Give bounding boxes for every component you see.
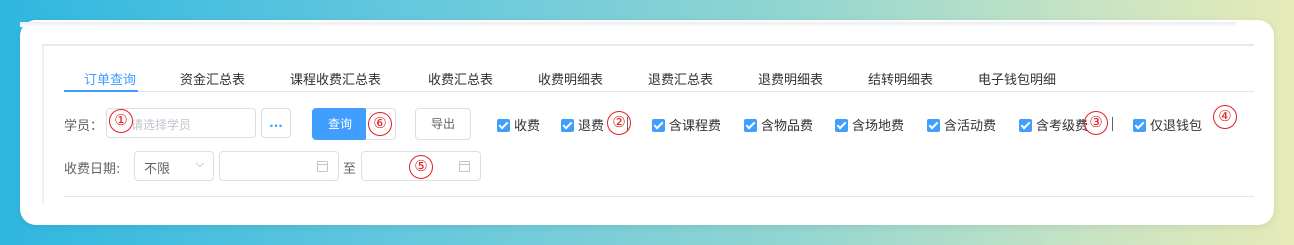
bottom-divider (64, 196, 1254, 197)
chevron-down-icon: ⌵ (195, 157, 204, 170)
tab-fund-summary[interactable]: 资金汇总表 (180, 69, 245, 88)
annotation-marker-1: ① (109, 109, 133, 133)
panel-top-shadow (20, 22, 1236, 27)
tab-course-fee-summary[interactable]: 课程收费汇总表 (290, 69, 381, 88)
checkbox-checked-icon (497, 119, 510, 132)
checkbox-label: 收费 (514, 119, 541, 134)
tabs-border (64, 91, 1254, 92)
annotation-marker-5: ⑤ (409, 155, 433, 179)
date-range-select[interactable]: 不限 ⌵ (134, 151, 214, 181)
active-tab-indicator (64, 90, 138, 92)
student-label: 学员： (64, 119, 104, 134)
tab-refund-summary[interactable]: 退费汇总表 (648, 69, 713, 88)
to-label: 至 (343, 162, 357, 177)
checkbox-checked-icon (652, 119, 665, 132)
panel-left-border (42, 44, 44, 204)
annotation-marker-3: ③ (1084, 111, 1108, 135)
tab-wallet-detail[interactable]: 电子钱包明细 (978, 69, 1056, 88)
checkbox-checked-icon (1133, 119, 1146, 132)
checkbox-activity-fee[interactable]: 含活动费 (927, 115, 996, 134)
checkbox-label: 含考级费 (1036, 119, 1089, 134)
panel-top-border (42, 44, 1254, 46)
tab-order-query[interactable]: 订单查询 (84, 69, 136, 88)
charge-date-label: 收费日期: (64, 162, 121, 177)
annotation-marker-4: ④ (1213, 105, 1237, 129)
text-cursor-mark (1112, 117, 1113, 131)
checkbox-label: 仅退钱包 (1150, 119, 1203, 134)
student-placeholder: 请选择学员 (131, 118, 192, 132)
checkbox-checked-icon (835, 119, 848, 132)
checkbox-refund[interactable]: 退费 (561, 115, 604, 134)
checkbox-item-fee[interactable]: 含物品费 (744, 115, 813, 134)
start-date-input[interactable] (219, 151, 339, 181)
checkbox-checked-icon (927, 119, 940, 132)
annotation-marker-6: ⑥ (368, 112, 392, 136)
query-button[interactable]: 查询 (312, 108, 368, 140)
calendar-icon (459, 161, 470, 172)
annotation-marker-2: ② (607, 111, 631, 135)
checkbox-wallet-refund-only[interactable]: 仅退钱包 (1133, 115, 1202, 134)
tab-refund-detail[interactable]: 退费明细表 (758, 69, 823, 88)
checkbox-label: 退费 (578, 119, 605, 134)
checkbox-checked-icon (1019, 119, 1032, 132)
tab-fee-detail[interactable]: 收费明细表 (538, 69, 603, 88)
checkbox-label: 含活动费 (944, 119, 997, 134)
checkbox-exam-fee[interactable]: 含考级费 (1019, 115, 1088, 134)
calendar-icon (317, 161, 328, 172)
checkbox-venue-fee[interactable]: 含场地费 (835, 115, 904, 134)
checkbox-label: 含课程费 (669, 119, 722, 134)
checkbox-checked-icon (744, 119, 757, 132)
export-button[interactable]: 导出 (415, 108, 471, 140)
student-picker-button[interactable]: ... (261, 108, 291, 138)
checkbox-label: 含物品费 (761, 119, 814, 134)
tab-fee-summary[interactable]: 收费汇总表 (428, 69, 493, 88)
tab-carryover-detail[interactable]: 结转明细表 (868, 69, 933, 88)
date-range-value: 不限 (144, 162, 171, 177)
checkbox-course-fee[interactable]: 含课程费 (652, 115, 721, 134)
checkbox-fee[interactable]: 收费 (497, 115, 540, 134)
checkbox-checked-icon (561, 119, 574, 132)
checkbox-label: 含场地费 (852, 119, 905, 134)
